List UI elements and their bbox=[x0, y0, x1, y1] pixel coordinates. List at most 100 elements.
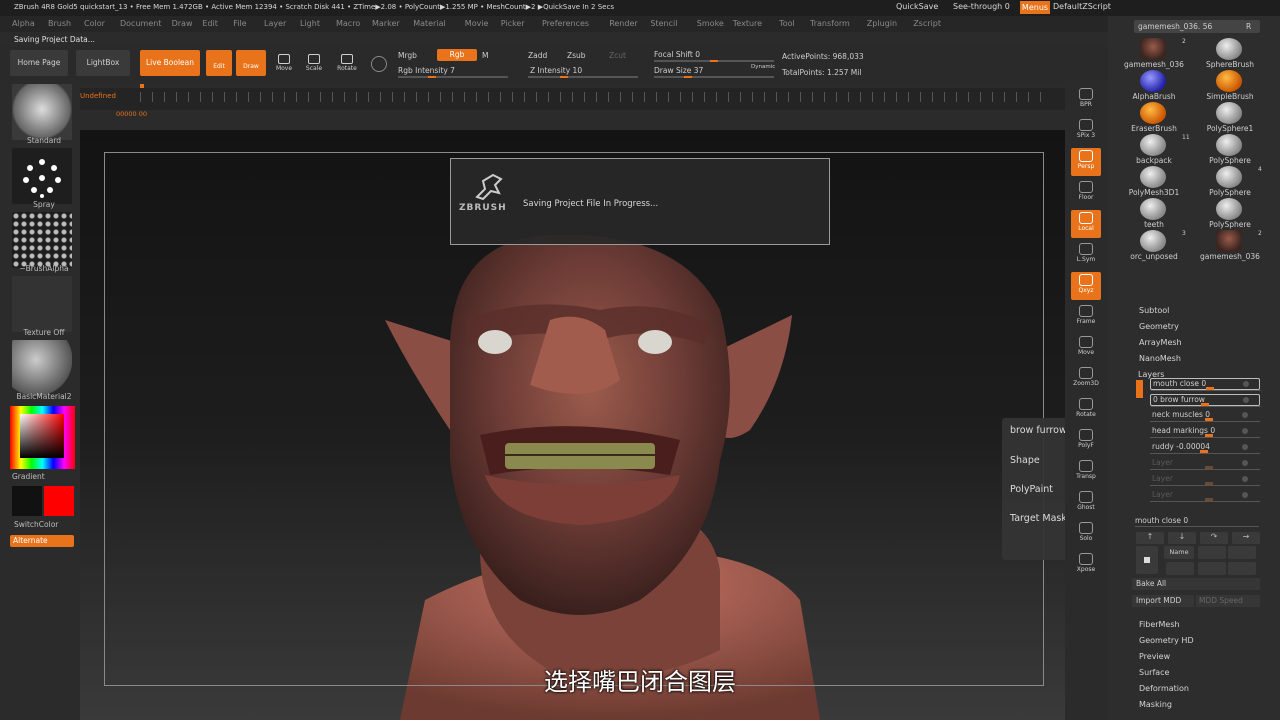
layer-slider-knob[interactable] bbox=[1205, 418, 1213, 421]
layer-slider-knob[interactable] bbox=[1205, 434, 1213, 437]
layer-row[interactable]: ruddy -0.00004 bbox=[1150, 442, 1260, 454]
arrow-down-icon[interactable]: ↓ bbox=[1168, 532, 1196, 544]
menu-movie[interactable]: Movie bbox=[465, 19, 489, 28]
rgb-intensity-slider[interactable]: Rgb Intensity 7 bbox=[398, 66, 455, 75]
layer-row[interactable]: mouth close 0 bbox=[1150, 378, 1261, 391]
rgb-button[interactable]: Rgb bbox=[437, 49, 477, 61]
section-arraymesh[interactable]: ArrayMesh bbox=[1139, 338, 1182, 347]
strip-ghost-button[interactable]: Ghost bbox=[1071, 489, 1101, 517]
quicksave-button[interactable]: QuickSave bbox=[896, 2, 938, 11]
section-preview[interactable]: Preview bbox=[1139, 652, 1170, 661]
bake-all-button[interactable]: Bake All bbox=[1132, 578, 1260, 590]
draw-button[interactable]: Draw bbox=[236, 50, 266, 76]
alternate-button[interactable]: Alternate bbox=[10, 535, 74, 547]
strip-zoom3d-button[interactable]: Zoom3D bbox=[1071, 365, 1101, 393]
timeline-ruler[interactable]: Undefined 00000 00 bbox=[80, 84, 1065, 118]
menus-toggle[interactable]: Menus bbox=[1020, 1, 1050, 14]
menu-preferences[interactable]: Preferences bbox=[542, 19, 589, 28]
see-through-slider[interactable]: See-through 0 bbox=[953, 2, 1010, 11]
move-button[interactable]: Move bbox=[272, 54, 296, 72]
strip-polyf-button[interactable]: PolyF bbox=[1071, 427, 1101, 455]
layer-row[interactable]: Layer bbox=[1150, 490, 1260, 502]
dynamic-toggle[interactable]: Dynamic bbox=[751, 64, 775, 70]
menu-render[interactable]: Render bbox=[609, 19, 637, 28]
popup-item-shape[interactable]: Shape bbox=[1010, 455, 1040, 466]
rotate-button[interactable]: Rotate bbox=[334, 54, 360, 72]
layer-visibility-icon[interactable] bbox=[1243, 381, 1249, 387]
strip-spix-3-button[interactable]: SPix 3 bbox=[1071, 117, 1101, 145]
layer-slider-knob[interactable] bbox=[1205, 482, 1213, 485]
menu-tool[interactable]: Tool bbox=[779, 19, 795, 28]
zsub-button[interactable]: Zsub bbox=[567, 51, 586, 60]
tool-thumb-gamemesh-036[interactable]: gamemesh_036 2 bbox=[1118, 38, 1190, 69]
arrow-up-icon[interactable]: ↑ bbox=[1136, 532, 1164, 544]
m-button[interactable]: M bbox=[482, 51, 488, 60]
scale-button[interactable]: Scale bbox=[302, 54, 326, 72]
menu-smoke[interactable]: Smoke bbox=[697, 19, 724, 28]
menu-material[interactable]: Material bbox=[413, 19, 446, 28]
menu-file[interactable]: File bbox=[233, 19, 246, 28]
tool-thumb-simplebrush[interactable]: SimpleBrush bbox=[1194, 70, 1266, 101]
strip-xpose-button[interactable]: Xpose bbox=[1071, 551, 1101, 579]
layer-row[interactable]: Layer bbox=[1150, 458, 1260, 470]
mdd-speed-slider[interactable]: MDD Speed bbox=[1196, 595, 1260, 607]
popup-item-target-mask[interactable]: Target Mask bbox=[1010, 513, 1067, 524]
layer-slider-knob[interactable] bbox=[1205, 498, 1213, 501]
section-deformation[interactable]: Deformation bbox=[1139, 684, 1189, 693]
layer-slider-knob[interactable] bbox=[1201, 403, 1209, 406]
tool-thumb-polysphere[interactable]: PolySphere bbox=[1194, 134, 1266, 165]
zcut-button[interactable]: Zcut bbox=[609, 51, 626, 60]
menu-macro[interactable]: Macro bbox=[336, 19, 360, 28]
color-square[interactable] bbox=[20, 414, 64, 458]
rgb-intensity-knob[interactable] bbox=[428, 76, 436, 78]
strip-persp-button[interactable]: Persp bbox=[1071, 148, 1101, 176]
layer-value-slider[interactable]: mouth close 0 bbox=[1135, 516, 1188, 525]
default-zscript-button[interactable]: DefaultZScript bbox=[1053, 2, 1111, 11]
live-boolean-button[interactable]: Live Boolean bbox=[140, 50, 200, 76]
menu-layer[interactable]: Layer bbox=[264, 19, 286, 28]
section-nanomesh[interactable]: NanoMesh bbox=[1139, 354, 1181, 363]
tool-thumb-orc-unposed[interactable]: orc_unposed 3 bbox=[1118, 230, 1190, 261]
spray-stroke-thumb[interactable] bbox=[12, 148, 72, 204]
section-subtool[interactable]: Subtool bbox=[1139, 306, 1169, 315]
section-masking[interactable]: Masking bbox=[1139, 700, 1172, 709]
strip-local-button[interactable]: Local bbox=[1071, 210, 1101, 238]
secondary-color-swatch[interactable] bbox=[12, 486, 42, 516]
focal-shift-slider[interactable]: Focal Shift 0 bbox=[654, 50, 700, 59]
tool-thumb-gamemesh-036[interactable]: gamemesh_036 2 bbox=[1194, 230, 1266, 261]
delete-icon[interactable] bbox=[1228, 546, 1256, 559]
strip-bpr-button[interactable]: BPR bbox=[1071, 86, 1101, 114]
merge-icon[interactable] bbox=[1198, 562, 1226, 575]
record-layer-button[interactable] bbox=[1136, 546, 1158, 574]
section-geometry[interactable]: Geometry bbox=[1139, 322, 1179, 331]
layer-visibility-icon[interactable] bbox=[1242, 412, 1248, 418]
redo-icon[interactable]: ↷ bbox=[1200, 532, 1228, 544]
menu-picker[interactable]: Picker bbox=[501, 19, 525, 28]
lightbox-button[interactable]: LightBox bbox=[76, 50, 130, 76]
layer-visibility-icon[interactable] bbox=[1243, 397, 1249, 403]
tool-thumb-backpack[interactable]: backpack 11 bbox=[1118, 134, 1190, 165]
import-mdd-button[interactable]: Import MDD bbox=[1132, 595, 1194, 607]
tool-thumb-polysphere1[interactable]: PolySphere1 bbox=[1194, 102, 1266, 133]
strip-solo-button[interactable]: Solo bbox=[1071, 520, 1101, 548]
layer-row[interactable]: neck muscles 0 bbox=[1150, 410, 1260, 422]
layer-row[interactable]: 0 brow furrow bbox=[1150, 394, 1261, 407]
color-picker[interactable] bbox=[10, 406, 75, 469]
insert-icon[interactable] bbox=[1228, 562, 1256, 575]
layer-visibility-icon[interactable] bbox=[1242, 428, 1248, 434]
standard-brush-thumb[interactable] bbox=[12, 84, 72, 140]
r-button[interactable]: R bbox=[1246, 22, 1251, 31]
popup-item-polypaint[interactable]: PolyPaint bbox=[1010, 484, 1053, 495]
tool-thumb-teeth[interactable]: teeth bbox=[1118, 198, 1190, 229]
strip-move-button[interactable]: Move bbox=[1071, 334, 1101, 362]
alpha-thumb[interactable] bbox=[12, 212, 72, 268]
mrgb-button[interactable]: Mrgb bbox=[398, 51, 417, 60]
menu-zscript[interactable]: Zscript bbox=[913, 19, 941, 28]
tool-thumb-eraserbrush[interactable]: EraserBrush bbox=[1118, 102, 1190, 133]
draw-size-slider[interactable]: Draw Size 37 bbox=[654, 66, 703, 75]
layer-slider-knob[interactable] bbox=[1206, 387, 1214, 390]
menu-alpha[interactable]: Alpha bbox=[12, 19, 35, 28]
layer-row[interactable]: Layer bbox=[1150, 474, 1260, 486]
menu-marker[interactable]: Marker bbox=[372, 19, 400, 28]
section-surface[interactable]: Surface bbox=[1139, 668, 1169, 677]
